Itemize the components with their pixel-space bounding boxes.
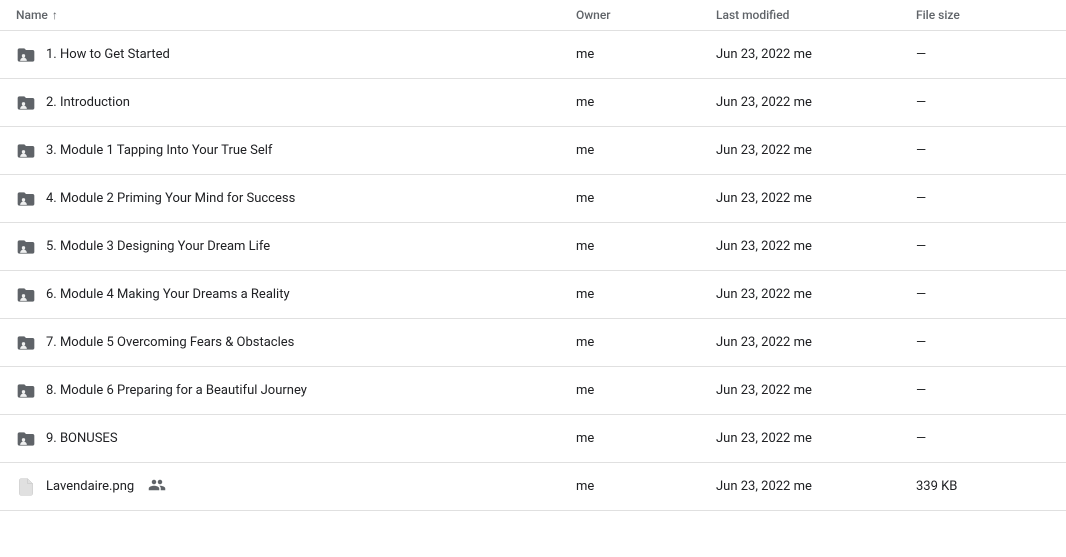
row-owner-cell: me	[576, 239, 716, 254]
rows-container: 1. How to Get StartedmeJun 23, 2022 me— …	[0, 31, 1066, 511]
row-modified-cell: Jun 23, 2022 me	[716, 287, 916, 302]
table-row[interactable]: 1. How to Get Started meJun 23, 2022 me—	[0, 31, 1066, 79]
row-modified-cell: Jun 23, 2022 me	[716, 335, 916, 350]
table-row[interactable]: 5. Module 3 Designing Your Dream Life meJ…	[0, 223, 1066, 271]
row-name-cell: 8. Module 6 Preparing for a Beautiful Jo…	[16, 381, 576, 401]
row-filename: 5. Module 3 Designing Your Dream Life	[46, 239, 270, 254]
row-filename: 4. Module 2 Priming Your Mind for Succes…	[46, 191, 295, 206]
col-size-header: File size	[916, 8, 1050, 22]
row-owner-cell: me	[576, 335, 716, 350]
table-row[interactable]: Lavendaire.png meJun 23, 2022 me339 KB	[0, 463, 1066, 511]
row-owner-cell: me	[576, 143, 716, 158]
row-name-cell: 9. BONUSES	[16, 429, 576, 449]
row-name-cell: 5. Module 3 Designing Your Dream Life	[16, 237, 576, 257]
table-header: Name ↑ Owner Last modified File size	[0, 0, 1066, 31]
row-name-cell: 1. How to Get Started	[16, 45, 576, 65]
row-filename: 1. How to Get Started	[46, 47, 170, 62]
sort-arrow: ↑	[52, 8, 58, 22]
row-name-cell: 7. Module 5 Overcoming Fears & Obstacles	[16, 333, 576, 353]
row-owner-cell: me	[576, 479, 716, 494]
row-size-cell: —	[916, 383, 1050, 398]
row-size-cell: —	[916, 47, 1050, 62]
table-row[interactable]: 3. Module 1 Tapping Into Your True Self m…	[0, 127, 1066, 175]
row-owner-cell: me	[576, 47, 716, 62]
row-size-cell: 339 KB	[916, 479, 1050, 494]
row-filename: 3. Module 1 Tapping Into Your True Self	[46, 143, 272, 158]
row-name-cell: 4. Module 2 Priming Your Mind for Succes…	[16, 189, 576, 209]
row-modified-cell: Jun 23, 2022 me	[716, 383, 916, 398]
row-modified-cell: Jun 23, 2022 me	[716, 431, 916, 446]
row-size-cell: —	[916, 431, 1050, 446]
table-row[interactable]: 9. BONUSES meJun 23, 2022 me—	[0, 415, 1066, 463]
table-row[interactable]: 6. Module 4 Making Your Dreams a Reality…	[0, 271, 1066, 319]
row-modified-cell: Jun 23, 2022 me	[716, 143, 916, 158]
row-modified-cell: Jun 23, 2022 me	[716, 239, 916, 254]
row-owner-cell: me	[576, 431, 716, 446]
name-header-label: Name	[16, 8, 48, 22]
row-modified-cell: Jun 23, 2022 me	[716, 479, 916, 494]
row-filename: Lavendaire.png	[46, 479, 134, 494]
row-filename: 2. Introduction	[46, 95, 130, 110]
table-row[interactable]: 2. Introduction meJun 23, 2022 me—	[0, 79, 1066, 127]
table-row[interactable]: 4. Module 2 Priming Your Mind for Succes…	[0, 175, 1066, 223]
table-row[interactable]: 7. Module 5 Overcoming Fears & Obstacles…	[0, 319, 1066, 367]
row-modified-cell: Jun 23, 2022 me	[716, 191, 916, 206]
col-modified-header: Last modified	[716, 8, 916, 22]
row-filename: 6. Module 4 Making Your Dreams a Reality	[46, 287, 290, 302]
row-size-cell: —	[916, 335, 1050, 350]
row-owner-cell: me	[576, 95, 716, 110]
col-owner-header: Owner	[576, 8, 716, 22]
file-list: Name ↑ Owner Last modified File size 1. …	[0, 0, 1066, 557]
row-size-cell: —	[916, 191, 1050, 206]
row-owner-cell: me	[576, 383, 716, 398]
row-name-cell: 6. Module 4 Making Your Dreams a Reality	[16, 285, 576, 305]
row-owner-cell: me	[576, 191, 716, 206]
row-filename: 8. Module 6 Preparing for a Beautiful Jo…	[46, 383, 307, 398]
table-row[interactable]: 8. Module 6 Preparing for a Beautiful Jo…	[0, 367, 1066, 415]
row-filename: 9. BONUSES	[46, 431, 118, 446]
row-filename: 7. Module 5 Overcoming Fears & Obstacles	[46, 335, 294, 350]
row-size-cell: —	[916, 95, 1050, 110]
row-name-cell: Lavendaire.png	[16, 476, 576, 497]
row-size-cell: —	[916, 239, 1050, 254]
row-name-cell: 3. Module 1 Tapping Into Your True Self	[16, 141, 576, 161]
row-size-cell: —	[916, 143, 1050, 158]
row-modified-cell: Jun 23, 2022 me	[716, 47, 916, 62]
row-owner-cell: me	[576, 287, 716, 302]
row-modified-cell: Jun 23, 2022 me	[716, 95, 916, 110]
col-name-header[interactable]: Name ↑	[16, 8, 576, 22]
shared-icon	[148, 476, 166, 497]
row-size-cell: —	[916, 287, 1050, 302]
row-name-cell: 2. Introduction	[16, 93, 576, 113]
